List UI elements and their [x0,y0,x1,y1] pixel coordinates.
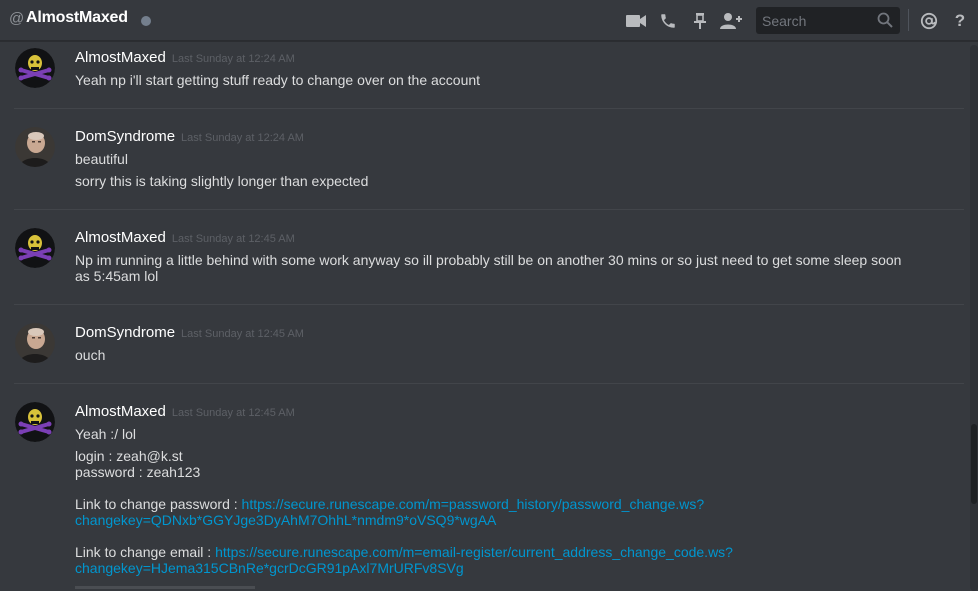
message-list: AlmostMaxed Last Sunday at 12:24 AM Yeah … [0,42,968,591]
message-text: Np im running a little behind with some … [75,252,902,268]
message-author[interactable]: AlmostMaxed Last Sunday at 12:24 AM [75,49,295,66]
message-timestamp: Last Sunday at 12:45 AM [181,328,304,340]
message-divider [14,108,964,109]
message-text: changekey=QDNxb*GGYJge3DyAhM7OhhL*nmdm9*… [75,512,935,528]
message-timestamp: Last Sunday at 12:24 AM [171,53,295,65]
search-input[interactable] [756,12,866,29]
message-text: changekey=HJema315CBnRe*gcrDcGR91pAxl7Mr… [75,560,935,576]
message-timestamp: Last Sunday at 12:45 AM [171,407,295,419]
status-offline-icon [141,16,151,26]
scrollbar-track[interactable] [970,45,978,591]
email-change-link-cont[interactable]: changekey=HJema315CBnRe*gcrDcGR91pAxl7Mr… [75,560,464,576]
message-author[interactable]: AlmostMaxed Last Sunday at 12:45 AM [75,403,295,420]
password-link-label: Link to change password : [75,496,242,512]
header-divider [908,9,909,31]
message-text: Link to change password : https://secure… [75,496,935,512]
video-call-icon[interactable] [625,10,647,32]
at-symbol-icon: @ [9,10,25,27]
password-change-link-cont[interactable]: changekey=QDNxb*GGYJge3DyAhM7OhhL*nmdm9*… [75,512,496,528]
email-change-link[interactable]: https://secure.runescape.com/m=email-reg… [215,544,733,560]
search-icon [877,12,893,33]
message-text: password : zeah123 [75,464,201,480]
help-button[interactable]: ? [949,10,971,32]
message-text: Link to change email : https://secure.ru… [75,544,935,560]
message-author[interactable]: DomSyndrome Last Sunday at 12:24 AM [75,128,304,145]
author-name[interactable]: AlmostMaxed [75,49,166,66]
message-author[interactable]: AlmostMaxed Last Sunday at 12:45 AM [75,229,295,246]
message-divider [14,209,964,210]
message-divider [14,383,964,384]
avatar[interactable] [15,48,55,88]
message-text: Yeah np i'll start getting stuff ready t… [75,72,481,88]
message-timestamp: Last Sunday at 12:24 AM [181,132,304,144]
channel-title: AlmostMaxed [26,9,128,26]
mentions-icon[interactable] [918,10,940,32]
message-text: Yeah :/ lol [75,426,136,442]
email-link-label: Link to change email : [75,544,216,560]
avatar[interactable] [15,323,55,363]
scrollbar-thumb[interactable] [971,424,977,504]
author-name[interactable]: AlmostMaxed [75,229,166,246]
message-text: beautiful [75,151,128,167]
message-text: login : zeah@k.st [75,448,183,464]
message-text: as 5:45am lol [75,268,159,284]
search-box[interactable] [756,7,900,34]
message-text: sorry this is taking slightly longer tha… [75,173,369,189]
message-author[interactable]: DomSyndrome Last Sunday at 12:45 AM [75,324,304,341]
author-name[interactable]: DomSyndrome [75,128,175,145]
author-name[interactable]: AlmostMaxed [75,403,166,420]
author-name[interactable]: DomSyndrome [75,324,175,341]
avatar[interactable] [15,402,55,442]
password-change-link[interactable]: https://secure.runescape.com/m=password_… [242,496,705,512]
voice-call-icon[interactable] [657,10,679,32]
avatar[interactable] [15,228,55,268]
channel-header: @ AlmostMaxed ? [0,0,978,41]
add-friend-icon[interactable] [720,10,742,32]
pin-icon[interactable] [689,10,711,32]
message-text: ouch [75,347,106,363]
message-divider [14,304,964,305]
avatar[interactable] [15,127,55,167]
embed-bar [75,586,255,589]
message-timestamp: Last Sunday at 12:45 AM [171,233,295,245]
